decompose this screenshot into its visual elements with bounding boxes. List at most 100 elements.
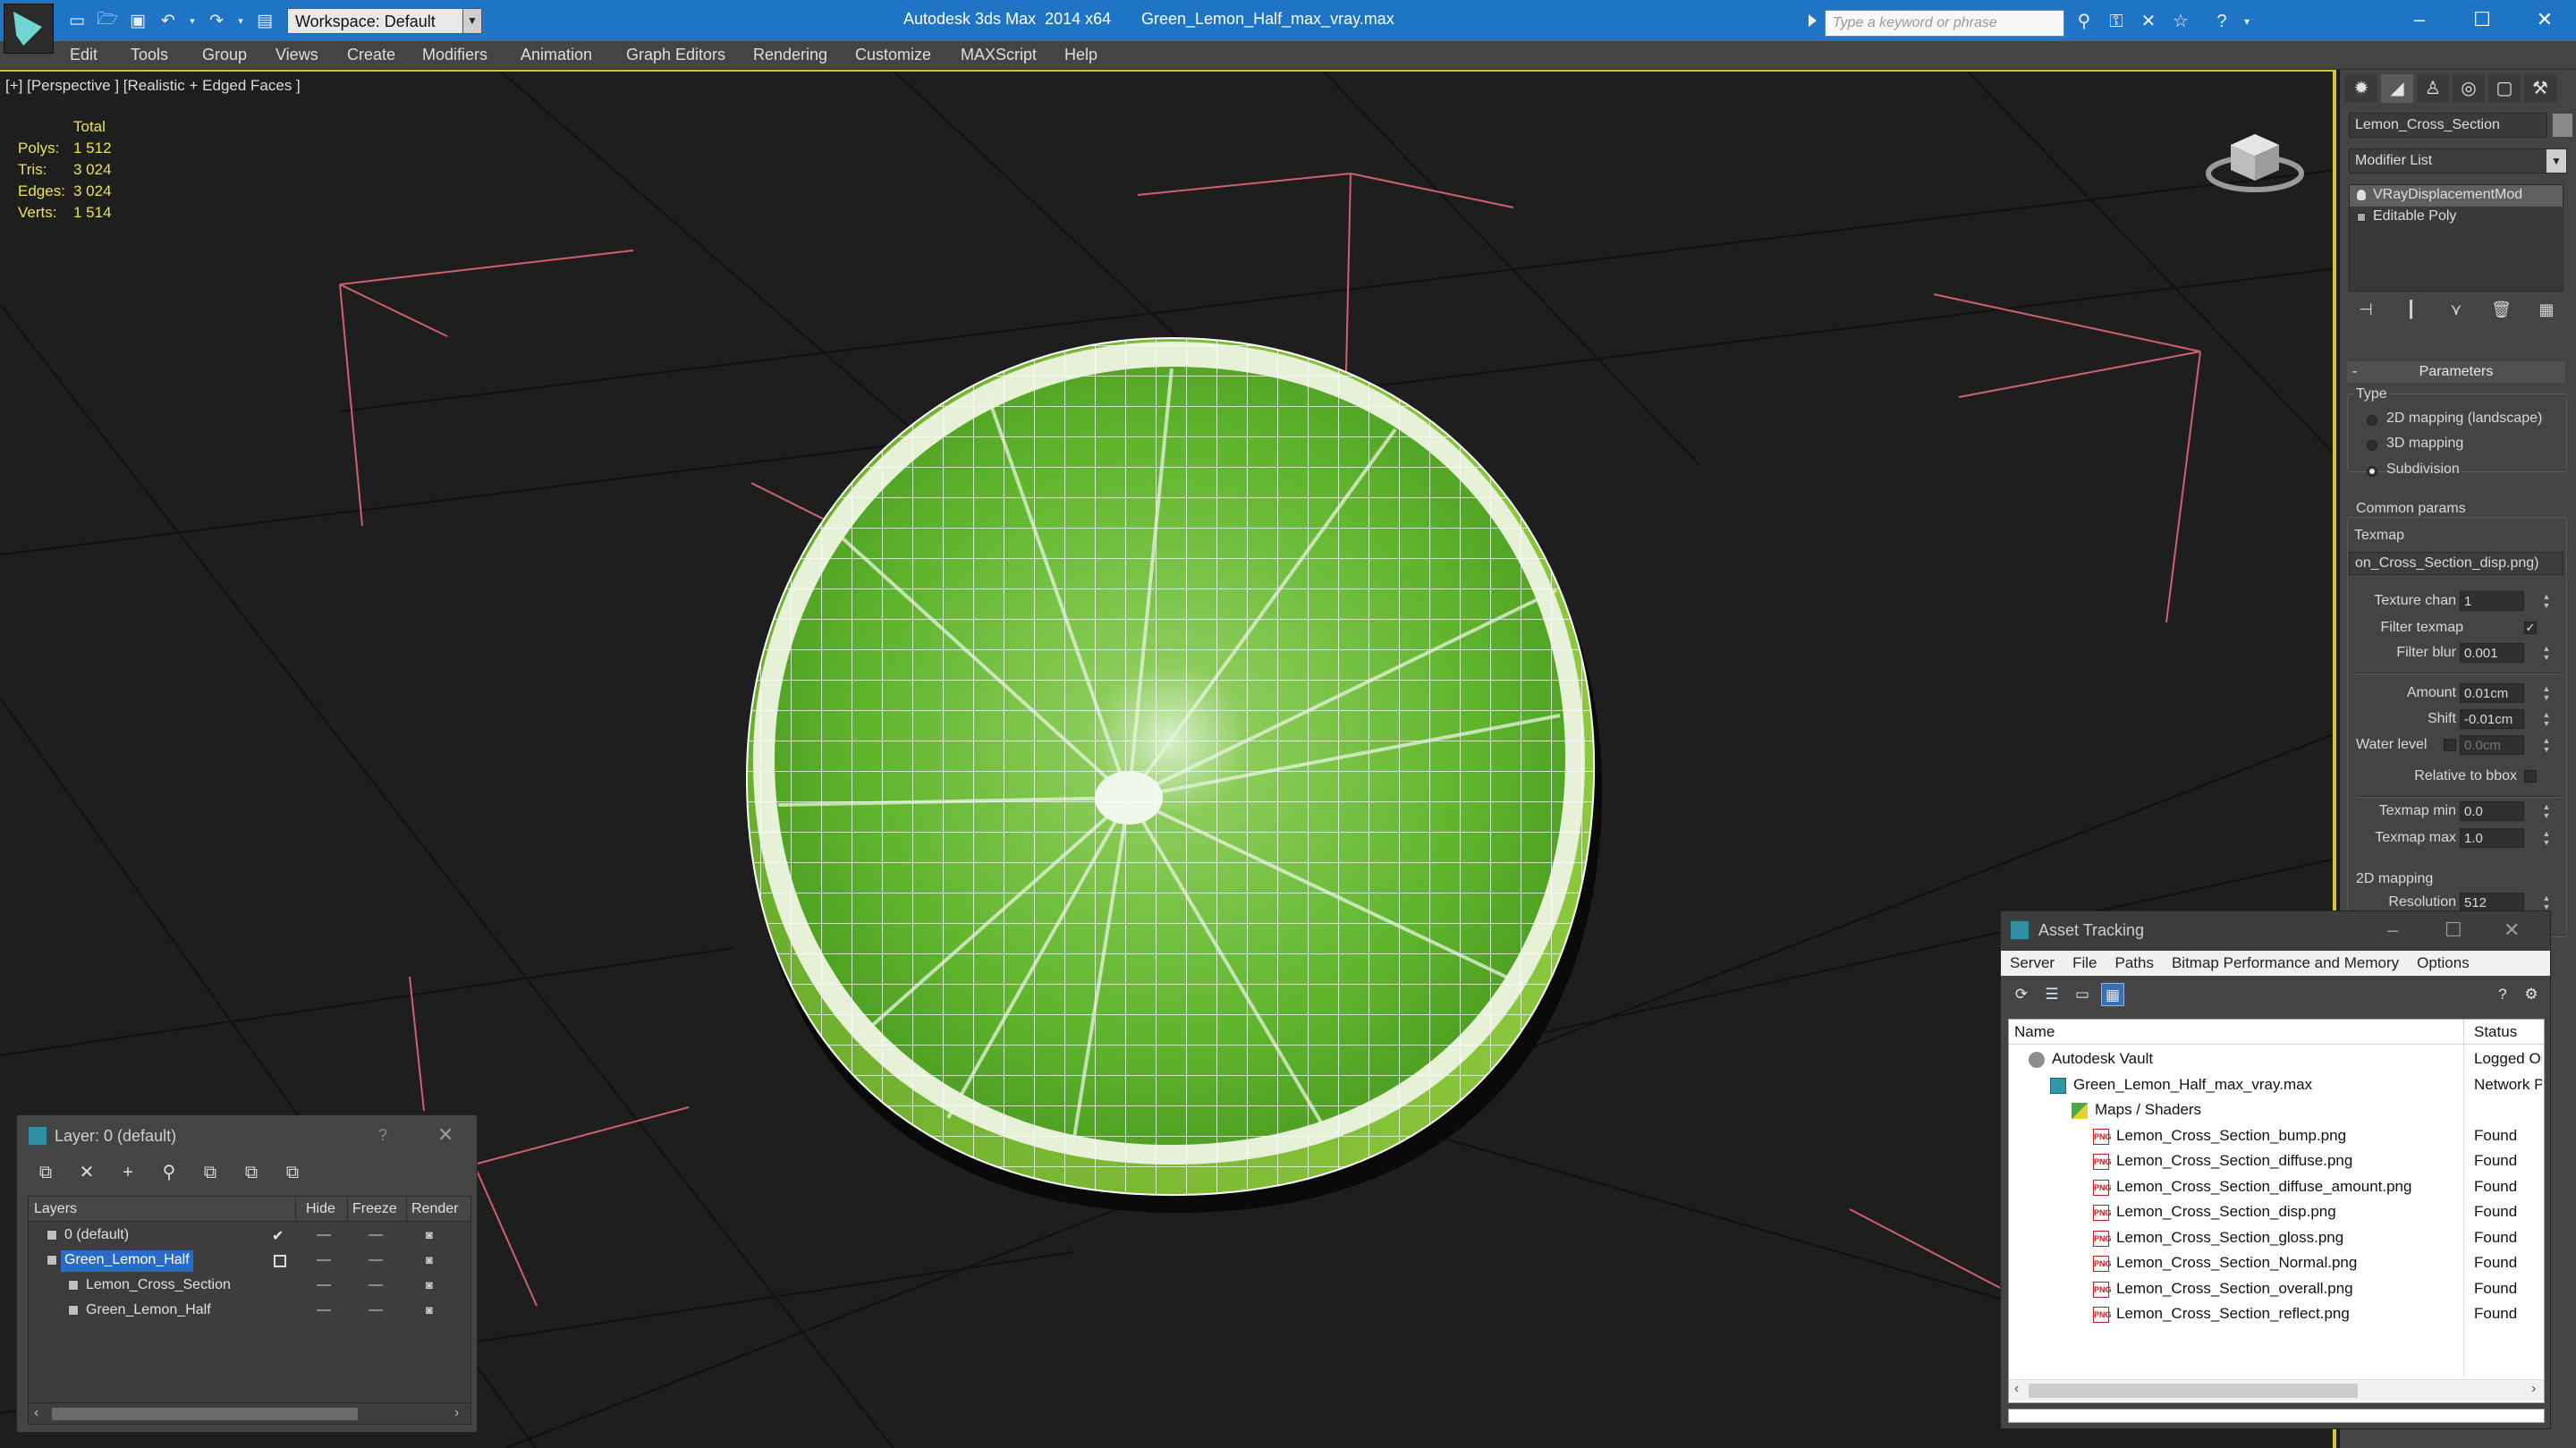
spinner-arrows-icon[interactable]: ▲ ▼ xyxy=(2540,802,2553,822)
freeze-all-layers-icon[interactable]: ⧉ xyxy=(280,1160,305,1185)
menu-graph-editors[interactable]: Graph Editors xyxy=(626,41,753,70)
table-view-icon[interactable]: ▦ xyxy=(2101,983,2124,1006)
utilities-tab-icon[interactable]: ⚒ xyxy=(2524,74,2556,103)
modify-tab-icon[interactable]: ◢ xyxy=(2381,74,2413,103)
menu-animation[interactable]: Animation xyxy=(521,41,626,70)
hide-all-layers-icon[interactable]: ⧉ xyxy=(239,1160,264,1185)
hierarchy-tab-icon[interactable]: ♙ xyxy=(2417,74,2449,103)
layer-row[interactable]: Green_Lemon_Half ◙ xyxy=(29,1299,470,1324)
menu-paths[interactable]: Paths xyxy=(2114,951,2153,976)
asset-row[interactable]: Green_Lemon_Half_max_vray.max Network Pat… xyxy=(2009,1072,2544,1098)
maximize-icon[interactable]: ☐ xyxy=(2445,919,2462,942)
close-icon[interactable]: ✕ xyxy=(2504,919,2520,942)
maximize-icon[interactable]: ☐ xyxy=(2451,0,2513,41)
column-name[interactable]: Name xyxy=(2014,1023,2055,1041)
scroll-right-icon[interactable]: › xyxy=(2531,1381,2536,1397)
undo-icon[interactable]: ↶ xyxy=(156,9,181,32)
freeze-toggle[interactable] xyxy=(369,1259,383,1261)
current-layer-check-icon[interactable]: ✔ xyxy=(272,1227,284,1245)
exchange-icon[interactable]: ✕ xyxy=(2136,9,2161,34)
render-teapot-icon[interactable]: ◙ xyxy=(426,1254,438,1266)
search-expand-icon[interactable] xyxy=(1809,14,1817,27)
add-to-layer-icon[interactable]: + xyxy=(115,1160,140,1185)
shift-spinner[interactable]: -0.01cm xyxy=(2460,709,2524,729)
column-layers[interactable]: Layers xyxy=(34,1201,77,1217)
column-render[interactable]: Render xyxy=(411,1201,458,1217)
horizontal-scrollbar[interactable]: ‹ › xyxy=(29,1402,470,1424)
asset-row[interactable]: PNG Lemon_Cross_Section_overall.png Found xyxy=(2009,1276,2544,1302)
object-name-field[interactable]: Lemon_Cross_Section xyxy=(2349,113,2547,138)
list-view-icon[interactable]: ☰ xyxy=(2040,983,2063,1006)
thumbnail-view-icon[interactable]: ▭ xyxy=(2071,983,2094,1006)
stack-item-vraydisplacement[interactable]: VRayDisplacementMod xyxy=(2350,185,2563,207)
menu-rendering[interactable]: Rendering xyxy=(753,41,855,70)
render-teapot-icon[interactable]: ◙ xyxy=(426,1229,438,1241)
open-file-icon[interactable]: 🗁 xyxy=(95,9,120,32)
asset-row[interactable]: Autodesk Vault Logged Out xyxy=(2009,1046,2544,1072)
menu-help[interactable]: Help xyxy=(1064,41,1118,70)
viewport-label-menu[interactable]: [+] [Perspective ] [Realistic + Edged Fa… xyxy=(5,77,301,95)
layer-row[interactable]: 0 (default) ◙ ✔ xyxy=(29,1224,470,1249)
scroll-thumb[interactable] xyxy=(52,1408,358,1420)
column-freeze[interactable]: Freeze xyxy=(352,1201,397,1217)
modifier-list-dropdown[interactable]: Modifier List ▼ xyxy=(2349,148,2567,174)
key-icon[interactable]: ⚿ xyxy=(2104,9,2129,34)
highlight-layer-icon[interactable]: ⧉ xyxy=(198,1160,223,1185)
asset-row[interactable]: PNG Lemon_Cross_Section_disp.png Found xyxy=(2009,1199,2544,1225)
hide-toggle[interactable] xyxy=(317,1284,331,1286)
delete-layer-icon[interactable]: ✕ xyxy=(74,1160,99,1185)
configure-sets-icon[interactable]: ▦ xyxy=(2535,297,2558,322)
spinner-arrows-icon[interactable]: ▲ ▼ xyxy=(2540,736,2553,756)
remove-modifier-icon[interactable]: 🗑 xyxy=(2490,297,2513,322)
help-icon[interactable]: ? xyxy=(2209,9,2234,34)
spinner-arrows-icon[interactable]: ▲ ▼ xyxy=(2540,710,2553,730)
lightbulb-icon[interactable] xyxy=(2357,190,2366,200)
freeze-toggle[interactable] xyxy=(369,1284,383,1286)
select-in-layer-icon[interactable]: ⚲ xyxy=(157,1160,182,1185)
texmap-button[interactable]: on_Cross_Section_disp.png) xyxy=(2349,552,2563,575)
scroll-left-icon[interactable]: ‹ xyxy=(34,1405,38,1421)
options-icon[interactable]: ⚙ xyxy=(2520,983,2543,1006)
motion-tab-icon[interactable]: ◎ xyxy=(2453,74,2485,103)
viewcube-icon[interactable] xyxy=(2206,118,2304,199)
texmap-min-spinner[interactable]: 0.0 xyxy=(2460,801,2524,821)
asset-row[interactable]: PNG Lemon_Cross_Section_gloss.png Found xyxy=(2009,1225,2544,1251)
menu-create[interactable]: Create xyxy=(347,41,422,70)
spinner-arrows-icon[interactable]: ▲ ▼ xyxy=(2540,644,2553,664)
water-level-spinner[interactable]: 0.0cm xyxy=(2460,735,2524,755)
asset-row[interactable]: PNG Lemon_Cross_Section_reflect.png Found xyxy=(2009,1301,2544,1327)
help-icon[interactable]: ? xyxy=(2491,983,2514,1006)
asset-tracking-titlebar[interactable]: Asset Tracking – ☐ ✕ xyxy=(2001,911,2550,951)
radio-3d-mapping[interactable] xyxy=(2367,440,2377,451)
hide-toggle[interactable] xyxy=(317,1234,331,1236)
close-icon[interactable]: ✕ xyxy=(2513,0,2576,41)
make-unique-icon[interactable]: ⋎ xyxy=(2445,297,2468,322)
radio-subdivision[interactable] xyxy=(2367,466,2377,477)
menu-views[interactable]: Views xyxy=(275,41,347,70)
scroll-right-icon[interactable]: › xyxy=(454,1405,459,1421)
save-file-icon[interactable]: ▣ xyxy=(125,9,150,32)
render-teapot-icon[interactable]: ◙ xyxy=(426,1304,438,1317)
close-icon[interactable]: ✕ xyxy=(437,1123,453,1147)
app-menu-button[interactable] xyxy=(4,4,54,54)
texture-chan-spinner[interactable]: 1 xyxy=(2460,591,2524,611)
menu-modifiers[interactable]: Modifiers xyxy=(422,41,521,70)
spinner-arrows-icon[interactable]: ▲ ▼ xyxy=(2540,829,2553,849)
menu-group[interactable]: Group xyxy=(202,41,275,70)
filter-blur-spinner[interactable]: 0.001 xyxy=(2460,643,2524,663)
water-level-checkbox[interactable] xyxy=(2444,739,2456,751)
column-status[interactable]: Status xyxy=(2474,1023,2517,1041)
show-end-result-icon[interactable]: ┃ xyxy=(2400,297,2423,322)
object-color-swatch[interactable] xyxy=(2553,114,2572,137)
amount-spinner[interactable]: 0.01cm xyxy=(2460,683,2524,703)
layer-row[interactable]: Lemon_Cross_Section ◙ xyxy=(29,1274,470,1299)
menu-file[interactable]: File xyxy=(2072,951,2097,976)
menu-options[interactable]: Options xyxy=(2417,951,2470,976)
minimize-icon[interactable]: – xyxy=(2387,919,2398,942)
asset-row[interactable]: PNG Lemon_Cross_Section_diffuse.png Found xyxy=(2009,1148,2544,1174)
help-dropdown-icon[interactable]: ▾ xyxy=(2241,9,2252,34)
asset-row[interactable]: Maps / Shaders xyxy=(2009,1097,2544,1123)
help-button[interactable]: ? xyxy=(378,1126,387,1145)
asset-row[interactable]: PNG Lemon_Cross_Section_Normal.png Found xyxy=(2009,1250,2544,1276)
minimize-icon[interactable]: – xyxy=(2388,0,2451,41)
